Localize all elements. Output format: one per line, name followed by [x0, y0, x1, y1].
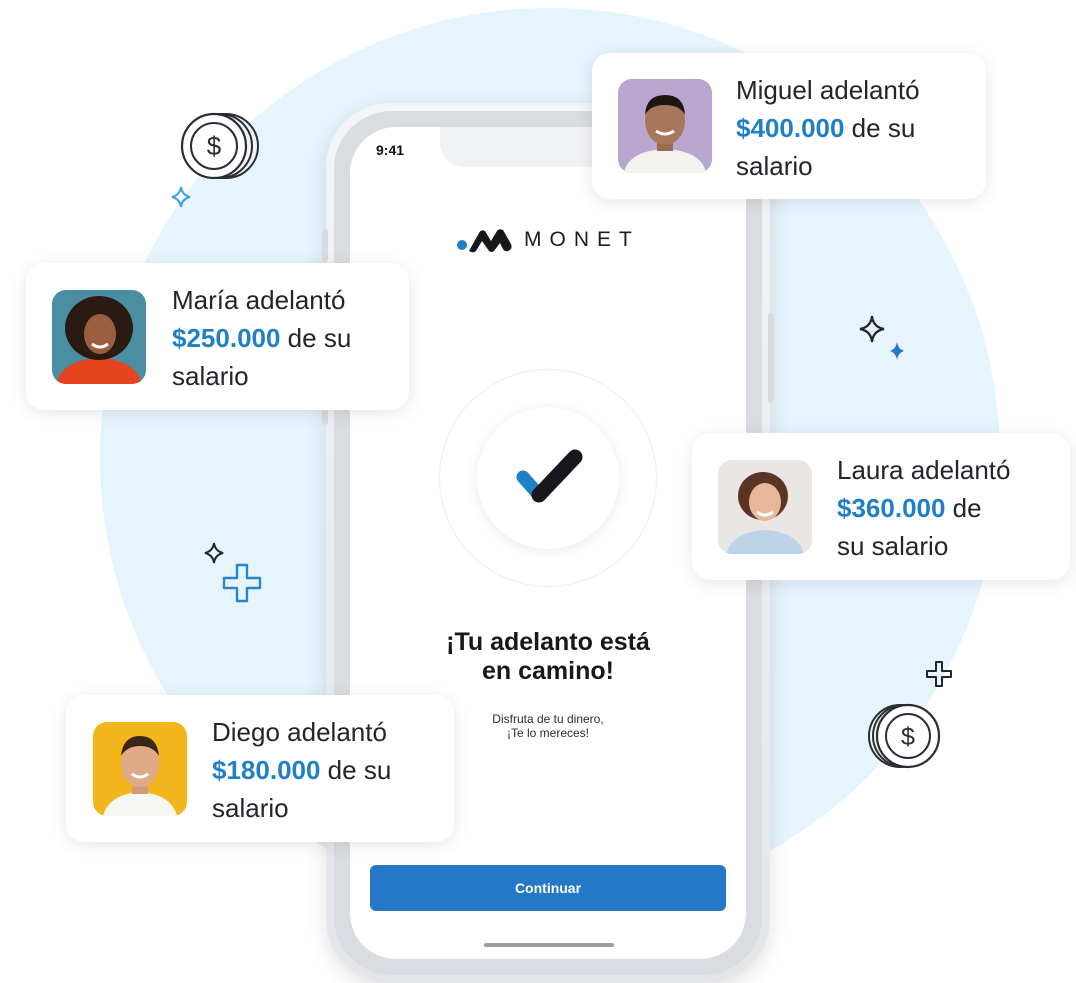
amount-suffix: de — [945, 493, 982, 523]
person-avatar-icon — [93, 722, 187, 816]
headline-line: en camino! — [482, 657, 614, 685]
avatar — [93, 722, 187, 816]
testimonial-text: Miguel adelantó $400.000 de su salario — [736, 71, 920, 185]
testimonial-name: Laura adelantó — [837, 455, 1011, 485]
sparkle-icon — [890, 342, 904, 360]
svg-text:$: $ — [207, 131, 222, 161]
advance-amount: $400.000 — [736, 113, 845, 143]
amount-suffix: de su — [320, 755, 392, 785]
amount-suffix: de su — [280, 323, 352, 353]
testimonial-last-line: salario — [212, 793, 289, 823]
dollar-coin-icon: $ — [180, 112, 259, 180]
success-badge — [477, 407, 619, 549]
monet-logo: MONET — [456, 227, 640, 253]
headline-line: ¡Tu adelanto está — [446, 628, 650, 656]
person-avatar-icon — [718, 460, 812, 554]
testimonial-text: Laura adelantó $360.000 de su salario — [837, 451, 1010, 565]
testimonial-amount-line: $360.000 de — [837, 489, 1010, 527]
phone-side-button — [322, 228, 328, 262]
testimonial-card-laura: Laura adelantó $360.000 de su salario — [692, 433, 1070, 580]
testimonial-text: Diego adelantó $180.000 de su salario — [212, 713, 391, 827]
person-avatar-icon — [618, 79, 712, 173]
phone-side-button — [768, 313, 774, 403]
monet-logo-icon — [457, 229, 512, 253]
dollar-coin-icon: $ — [868, 703, 941, 769]
testimonial-card-diego: Diego adelantó $180.000 de su salario — [66, 695, 454, 842]
continue-button[interactable]: Continuar — [370, 865, 726, 911]
testimonial-amount-line: $180.000 de su — [212, 751, 391, 789]
advance-amount: $250.000 — [172, 323, 281, 353]
testimonial-last-line: salario — [736, 151, 813, 181]
avatar — [52, 290, 146, 384]
testimonial-name: Miguel adelantó — [736, 75, 920, 105]
testimonial-name: María adelantó — [172, 285, 346, 315]
person-avatar-icon — [52, 290, 146, 384]
advance-amount: $180.000 — [212, 755, 321, 785]
testimonial-card-maria: María adelantó $250.000 de su salario — [26, 263, 409, 410]
testimonial-last-line: su salario — [837, 531, 949, 561]
avatar — [718, 460, 812, 554]
home-indicator — [484, 943, 614, 947]
testimonial-name: Diego adelantó — [212, 717, 387, 747]
check-icon — [516, 449, 583, 503]
brand-name: MONET — [524, 228, 640, 251]
avatar — [618, 79, 712, 173]
plus-icon — [222, 563, 262, 603]
success-headline: ¡Tu adelanto está en camino! — [350, 628, 746, 686]
sparkle-icon — [859, 315, 885, 343]
testimonial-last-line: salario — [172, 361, 249, 391]
testimonial-amount-line: $400.000 de su — [736, 109, 920, 147]
svg-text:$: $ — [901, 723, 915, 751]
testimonial-card-miguel: Miguel adelantó $400.000 de su salario — [592, 53, 986, 199]
advance-amount: $360.000 — [837, 493, 946, 523]
testimonial-amount-line: $250.000 de su — [172, 319, 351, 357]
testimonial-text: María adelantó $250.000 de su salario — [172, 281, 351, 395]
status-time: 9:41 — [376, 142, 405, 158]
amount-suffix: de su — [844, 113, 916, 143]
plus-icon — [926, 661, 952, 687]
sparkle-icon — [171, 186, 191, 208]
